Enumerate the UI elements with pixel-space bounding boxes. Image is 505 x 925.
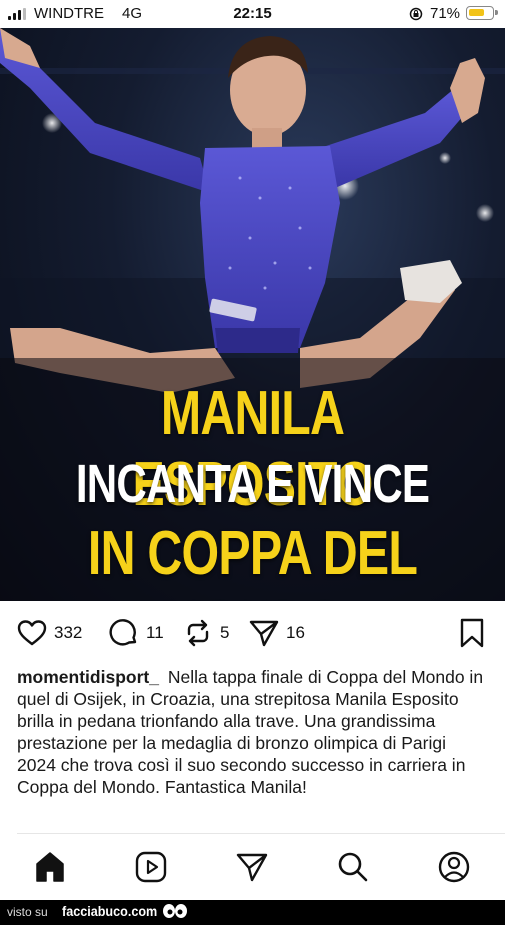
comment-button[interactable]: 11 <box>108 617 164 649</box>
like-button[interactable]: 332 <box>16 617 82 649</box>
headline-line-2: INCANTA E VINCE <box>75 454 430 514</box>
home-icon <box>36 852 64 882</box>
post-caption: momentidisport_ Nella tappa finale di Co… <box>17 666 487 798</box>
watermark-site: facciabuco.com <box>62 903 158 919</box>
heart-icon <box>17 620 47 646</box>
battery-percent: 71% <box>430 5 461 22</box>
reels-icon <box>135 851 167 883</box>
post-image[interactable]: MANILA ESPOSITO INCANTA E VINCE IN COPPA… <box>0 28 505 601</box>
nav-profile[interactable] <box>437 850 471 884</box>
share-count: 16 <box>286 623 305 642</box>
bottom-nav <box>0 834 505 900</box>
share-button[interactable]: 16 <box>248 617 305 649</box>
profile-icon <box>438 851 470 883</box>
nav-search[interactable] <box>336 850 370 884</box>
eyes-icon <box>163 904 187 918</box>
caption-username[interactable]: momentidisport_ <box>17 667 159 687</box>
repost-button[interactable]: 5 <box>182 617 229 649</box>
repost-count: 5 <box>220 623 230 642</box>
post-actions: 332 11 5 16 <box>0 601 505 665</box>
send-icon <box>249 620 279 647</box>
repost-icon <box>187 619 209 647</box>
headline-line-3: IN COPPA DEL MONDO <box>87 519 418 601</box>
like-count: 332 <box>54 623 83 642</box>
send-icon <box>236 853 268 882</box>
nav-reels[interactable] <box>134 850 168 884</box>
rotation-lock-icon <box>409 7 423 21</box>
bookmark-icon <box>460 618 484 648</box>
save-button[interactable] <box>456 617 488 649</box>
nav-messages[interactable] <box>235 850 269 884</box>
battery-icon <box>466 6 498 20</box>
watermark-bar: visto su facciabuco.com <box>0 900 505 925</box>
watermark-prefix: visto su <box>7 905 48 919</box>
comment-count: 11 <box>146 623 164 642</box>
nav-home[interactable] <box>33 850 67 884</box>
status-bar: WINDTRE 4G 22:15 71% <box>0 0 505 28</box>
search-icon <box>338 852 368 882</box>
comment-icon <box>109 619 137 646</box>
